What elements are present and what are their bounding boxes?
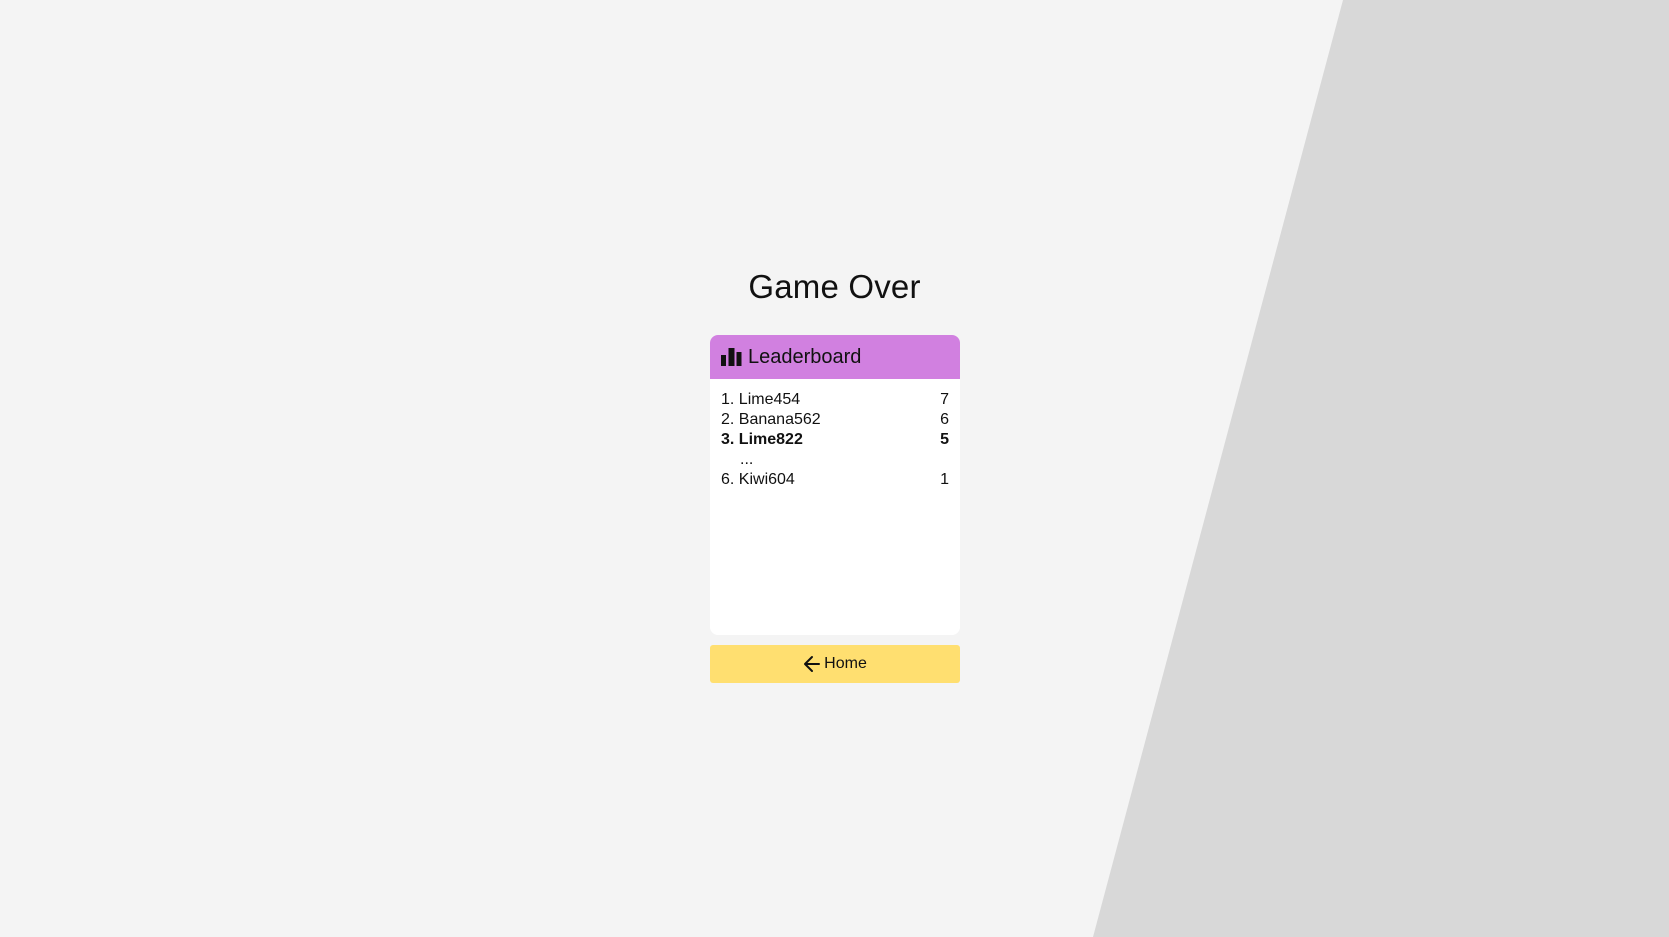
home-button-label: Home: [824, 655, 867, 672]
player-entry: 3. Lime822: [721, 431, 803, 448]
arrow-left-icon: [803, 655, 821, 673]
leaderboard-row: 2. Banana562 6: [721, 410, 949, 430]
player-entry: 1. Lime454: [721, 391, 801, 408]
game-over-title: Game Over: [748, 268, 921, 305]
player-score: 5: [940, 431, 949, 448]
leaderboard-ellipsis: ...: [740, 451, 754, 468]
player-score: 7: [940, 391, 949, 408]
player-score: 6: [940, 411, 949, 428]
player-entry: 6. Kiwi604: [721, 471, 795, 488]
leaderboard-header: Leaderboard: [710, 335, 960, 379]
leaderboard-row: 6. Kiwi604 1: [721, 470, 949, 490]
leaderboard-list: 1. Lime454 7 2. Banana562 6 3. Lime822 5…: [710, 379, 960, 490]
leaderboard-row-current-player: 3. Lime822 5: [721, 430, 949, 450]
leaderboard-title: Leaderboard: [748, 345, 862, 368]
bar-chart-icon: [721, 348, 742, 366]
player-entry: 2. Banana562: [721, 411, 821, 428]
home-button[interactable]: Home: [710, 645, 960, 683]
player-score: 1: [940, 471, 949, 488]
leaderboard-row: 1. Lime454 7: [721, 390, 949, 410]
leaderboard-card: Leaderboard 1. Lime454 7 2. Banana562 6 …: [710, 335, 960, 635]
